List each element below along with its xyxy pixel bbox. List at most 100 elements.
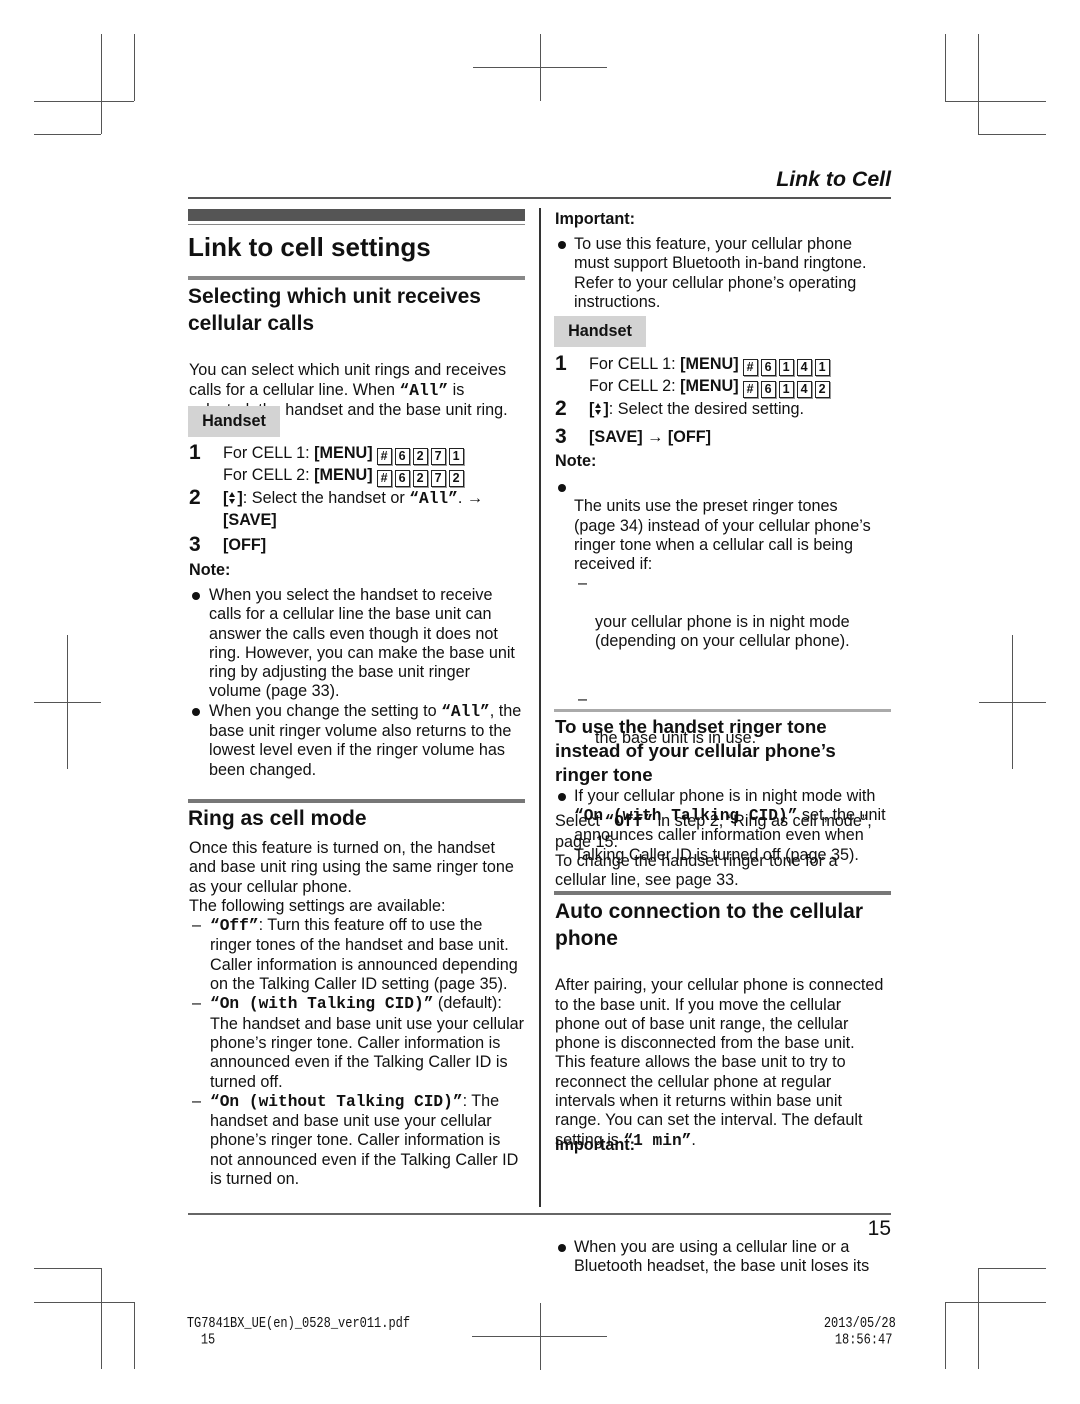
- section-rule: [188, 799, 525, 803]
- step-number: 2: [555, 397, 567, 420]
- key-digit-icon: 1: [448, 448, 464, 465]
- note-subitem: – your cellular phone is in night mode (…: [574, 574, 899, 670]
- setting-value: “Off”: [604, 813, 654, 832]
- key-hash-icon: #: [376, 470, 392, 487]
- setting-value: “All”: [409, 490, 458, 508]
- key-digit-icon: 2: [814, 381, 830, 398]
- page-title: Link to cell settings: [188, 232, 431, 262]
- off-key: [OFF]: [667, 428, 712, 446]
- note-text: When you select the handset to receive c…: [209, 586, 515, 701]
- crop-mark: [978, 1268, 1046, 1269]
- bullet-icon: [192, 707, 200, 716]
- setting-value: “All”: [441, 702, 490, 721]
- key-digit-icon: 6: [760, 381, 776, 398]
- sequence-prefix: For CELL 1:: [589, 355, 681, 373]
- option-value: “On (without Talking CID)”: [210, 1092, 463, 1111]
- note-label: Note:: [189, 561, 231, 579]
- crop-mark: [945, 34, 946, 101]
- crop-mark: [978, 1268, 979, 1369]
- crop-mark: [473, 67, 607, 68]
- crop-mark: [978, 34, 979, 134]
- file-name: TG7841BX_UE(en)_0528_ver011.pdf: [186, 1314, 411, 1332]
- sheet-number: 15: [200, 1331, 216, 1349]
- dash-marker: –: [192, 1091, 202, 1110]
- step-number: 2: [189, 486, 201, 509]
- footer-rule: [188, 1213, 891, 1215]
- bullet-icon: [558, 484, 566, 492]
- section-heading-ring: Ring as cell mode: [188, 807, 367, 830]
- step-number: 1: [189, 441, 201, 464]
- option-value: “Off”: [210, 917, 259, 936]
- important-label: Important:: [555, 210, 636, 228]
- column-divider: [539, 208, 541, 1207]
- step-text: . →: [457, 489, 484, 507]
- step-number: 1: [555, 352, 567, 375]
- crop-mark: [472, 1336, 607, 1337]
- step-text: : Select the desired setting.: [608, 400, 805, 418]
- note-label: Note:: [555, 452, 597, 470]
- bullet-icon: [192, 592, 200, 600]
- key-digit-icon: 4: [796, 359, 812, 376]
- key-digit-icon: 6: [760, 359, 776, 376]
- key-hash-icon: #: [376, 448, 392, 465]
- arrow-icon: →: [642, 428, 668, 446]
- crop-mark: [945, 101, 1046, 102]
- print-footer-file: TG7841BX_UE(en)_0528_ver011.pdf 15: [158, 1298, 410, 1365]
- key-digit-icon: 7: [430, 470, 446, 487]
- dash-marker: –: [578, 574, 588, 593]
- mode-label-handset: Handset: [554, 316, 646, 347]
- important-label: Important:: [555, 1136, 636, 1154]
- note-list: When you select the handset to receive c…: [188, 586, 538, 780]
- crop-mark: [101, 1268, 102, 1369]
- key-hash-icon: #: [742, 359, 758, 376]
- step-3: 3 [SAVE] → [OFF]: [555, 426, 712, 448]
- menu-key: [MENU]: [314, 444, 373, 462]
- print-footer-timestamp: 2013/05/28 18:56:47: [795, 1298, 896, 1365]
- crop-mark: [34, 1268, 101, 1269]
- subsection-heading-handset-tone: To use the handset ringer tone instead o…: [555, 716, 836, 785]
- mode-label-handset: Handset: [188, 406, 280, 437]
- setting-value: “All”: [399, 381, 449, 400]
- crop-mark: [134, 34, 135, 101]
- note-item: When you select the handset to receive c…: [188, 586, 538, 702]
- body-text: After pairing, your cellular phone is co…: [555, 976, 884, 1149]
- step-text: : Select the handset or: [242, 489, 410, 507]
- key-digit-icon: 2: [412, 448, 428, 465]
- setting-option: – “On (with Talking CID)” (default): The…: [188, 994, 539, 1091]
- crop-mark: [34, 101, 134, 102]
- step-number: 3: [189, 533, 201, 556]
- crop-mark: [945, 1302, 1046, 1303]
- section-heading-unit: Selecting which unit receives cellular c…: [188, 285, 481, 335]
- section-rule: [554, 891, 891, 895]
- save-key: [SAVE]: [589, 428, 643, 446]
- note-item: When you change the setting to “All”, th…: [188, 702, 538, 780]
- print-date: 2013/05/28: [823, 1314, 896, 1332]
- setting-option: – “Off”: Turn this feature off to use th…: [188, 916, 539, 994]
- step-2: 2 []: Select the handset or “All”. → [SA…: [189, 486, 484, 530]
- header-rule: [188, 197, 891, 199]
- sequence-prefix: For CELL 2:: [589, 377, 681, 395]
- step-2: 2 []: Select the desired setting.: [555, 397, 805, 420]
- key-hash-icon: #: [742, 381, 758, 398]
- crop-mark: [34, 1302, 134, 1303]
- page-number: 15: [867, 1217, 891, 1240]
- option-value: “On (with Talking CID)”: [210, 995, 434, 1014]
- key-sequence-cell2: For CELL 2: [MENU] #6 1 4 2: [589, 376, 830, 398]
- dash-marker: –: [192, 994, 202, 1013]
- key-digit-icon: 1: [778, 381, 794, 398]
- crop-mark: [134, 1302, 135, 1369]
- key-digit-icon: 7: [430, 448, 446, 465]
- manual-page: Link to Cell Link to cell settings Selec…: [0, 0, 1080, 1404]
- key-digit-icon: 2: [412, 470, 428, 487]
- section-rule: [188, 276, 525, 280]
- key-sequence-cell1: For CELL 1: [MENU] #6 1 4 1: [589, 354, 830, 376]
- body-text: .: [691, 1130, 696, 1149]
- print-time: 18:56:47: [834, 1331, 893, 1349]
- setting-option: – “On (without Talking CID)”: The handse…: [188, 1092, 539, 1189]
- up-down-key-icon: [228, 491, 237, 505]
- crop-mark: [945, 1302, 946, 1369]
- menu-key: [MENU]: [680, 377, 739, 395]
- crop-mark: [34, 702, 101, 703]
- title-bar-underline: [188, 224, 525, 225]
- important-text: When you are using a cellular line or a …: [574, 1238, 870, 1276]
